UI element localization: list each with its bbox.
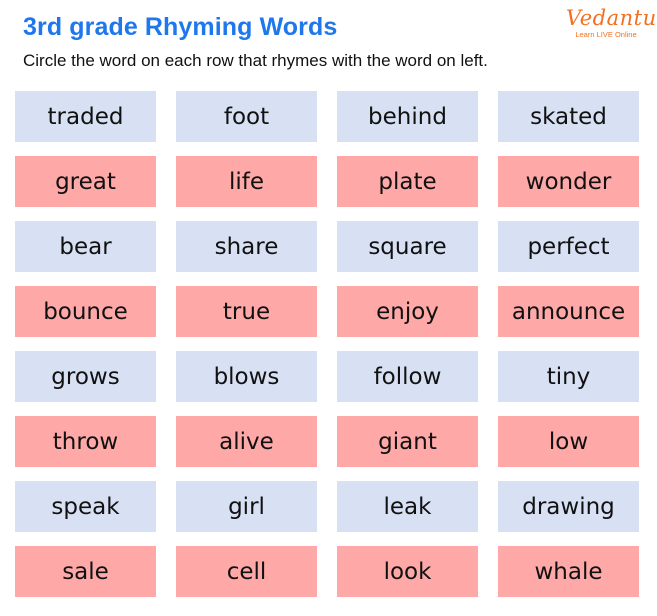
option-word[interactable]: tiny	[498, 351, 639, 402]
target-word: bear	[15, 221, 156, 272]
worksheet-title: 3rd grade Rhyming Words	[23, 13, 338, 41]
option-word[interactable]: square	[337, 221, 478, 272]
word-row-5: grows blows follow tiny	[15, 351, 640, 402]
option-word[interactable]: skated	[498, 91, 639, 142]
logo-tagline: Learn LIVE Online	[575, 30, 637, 39]
option-word[interactable]: plate	[337, 156, 478, 207]
word-row-1: traded foot behind skated	[15, 91, 640, 142]
option-word[interactable]: foot	[176, 91, 317, 142]
target-word: grows	[15, 351, 156, 402]
option-word[interactable]: alive	[176, 416, 317, 467]
option-word[interactable]: follow	[337, 351, 478, 402]
option-word[interactable]: behind	[337, 91, 478, 142]
option-word[interactable]: perfect	[498, 221, 639, 272]
target-word: bounce	[15, 286, 156, 337]
word-row-7: speak girl leak drawing	[15, 481, 640, 532]
option-word[interactable]: look	[337, 546, 478, 597]
option-word[interactable]: giant	[337, 416, 478, 467]
word-row-3: bear share square perfect	[15, 221, 640, 272]
option-word[interactable]: cell	[176, 546, 317, 597]
target-word: great	[15, 156, 156, 207]
option-word[interactable]: whale	[498, 546, 639, 597]
option-word[interactable]: blows	[176, 351, 317, 402]
vedantu-logo: Vedantu Learn LIVE Online	[566, 6, 657, 42]
option-word[interactable]: drawing	[498, 481, 639, 532]
option-word[interactable]: announce	[498, 286, 639, 337]
target-word: speak	[15, 481, 156, 532]
option-word[interactable]: low	[498, 416, 639, 467]
target-word: throw	[15, 416, 156, 467]
option-word[interactable]: leak	[337, 481, 478, 532]
option-word[interactable]: girl	[176, 481, 317, 532]
word-row-6: throw alive giant low	[15, 416, 640, 467]
option-word[interactable]: share	[176, 221, 317, 272]
logo-brand: Vedantu	[566, 6, 657, 30]
rhyming-word-grid: traded foot behind skated great life pla…	[15, 91, 640, 611]
word-row-4: bounce true enjoy announce	[15, 286, 640, 337]
option-word[interactable]: enjoy	[337, 286, 478, 337]
option-word[interactable]: wonder	[498, 156, 639, 207]
option-word[interactable]: life	[176, 156, 317, 207]
target-word: sale	[15, 546, 156, 597]
worksheet-instructions: Circle the word on each row that rhymes …	[23, 51, 488, 70]
target-word: traded	[15, 91, 156, 142]
option-word[interactable]: true	[176, 286, 317, 337]
word-row-2: great life plate wonder	[15, 156, 640, 207]
word-row-8: sale cell look whale	[15, 546, 640, 597]
